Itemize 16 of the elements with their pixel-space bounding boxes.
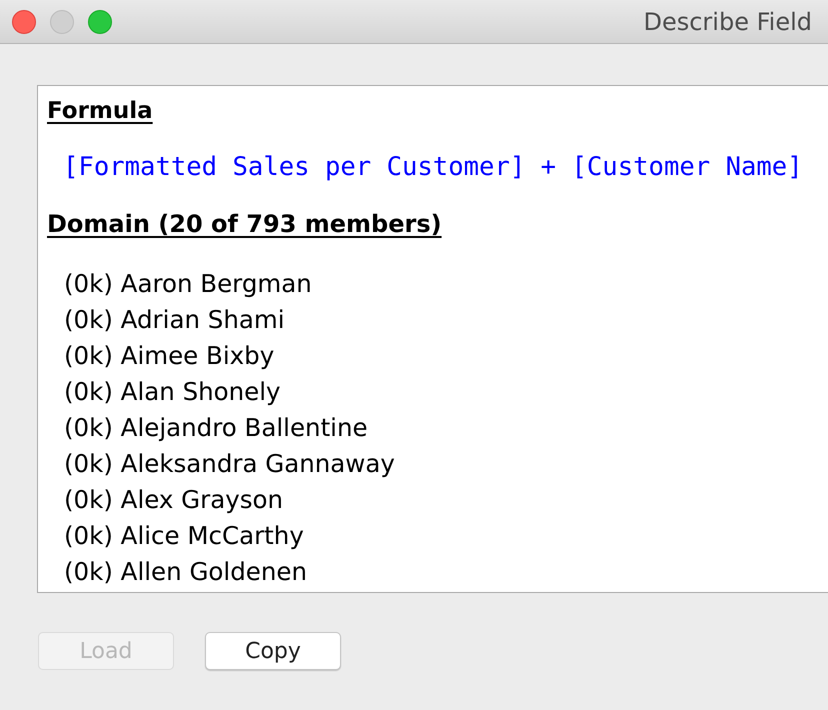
member-item: (0k) Aleksandra Gannaway xyxy=(64,449,395,478)
domain-heading: Domain (20 of 793 members) xyxy=(47,209,442,240)
member-item: (0k) Allen Goldenen xyxy=(64,557,307,586)
member-item: (0k) Alice McCarthy xyxy=(64,521,304,550)
member-item: (0k) Alejandro Ballentine xyxy=(64,413,368,442)
member-item: (0k) Alan Shonely xyxy=(64,377,281,406)
member-item: (0k) Adrian Shami xyxy=(64,305,285,334)
copy-button[interactable]: Copy xyxy=(205,632,341,670)
close-icon[interactable] xyxy=(12,10,36,34)
zoom-icon[interactable] xyxy=(88,10,112,34)
member-item: (0k) Alex Grayson xyxy=(64,485,284,514)
member-item: (0k) Aimee Bixby xyxy=(64,341,274,370)
formula-heading: Formula xyxy=(47,97,153,126)
member-item: (0k) Aaron Bergman xyxy=(64,269,312,298)
formula-expression: [Formatted Sales per Customer] + [Customer Name] xyxy=(63,151,803,184)
window-title: Describe Field xyxy=(643,8,812,36)
